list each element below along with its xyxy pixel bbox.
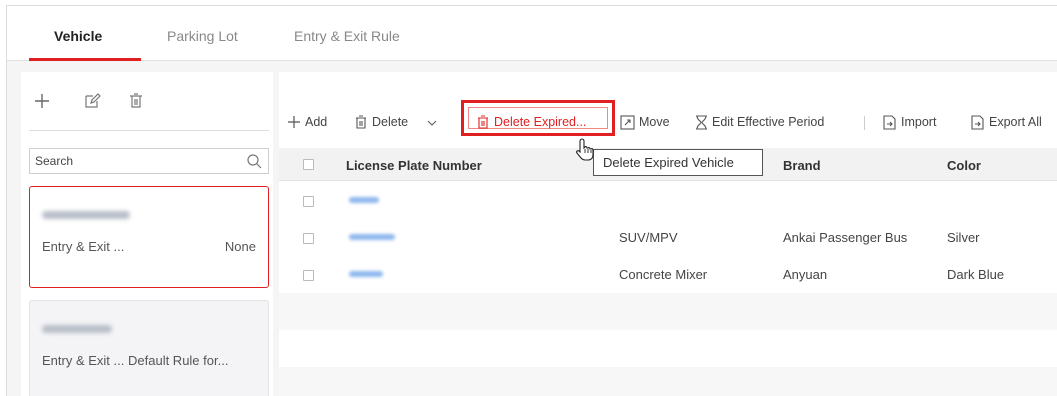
add-label: Add <box>305 115 328 129</box>
rule-value: Default Rule for... <box>128 353 229 368</box>
rule-label: Entry & Exit ... <box>42 239 125 254</box>
move-button[interactable]: Move <box>620 112 670 132</box>
tab-vehicle[interactable]: Vehicle <box>54 28 102 44</box>
toolbar-separator <box>864 116 865 130</box>
app-frame: Vehicle Parking Lot Entry & Exit Rule Se… <box>6 5 1057 396</box>
plus-icon <box>288 116 300 128</box>
search-input[interactable]: Search <box>29 148 269 174</box>
list-name-redacted <box>42 325 112 333</box>
plate-redacted[interactable] <box>349 234 395 240</box>
tab-entry-exit-rule[interactable]: Entry & Exit Rule <box>294 28 400 44</box>
export-all-button[interactable]: Export All <box>970 112 1042 132</box>
delete-expired-label: Delete Expired... <box>494 115 587 129</box>
rule-value: None <box>224 239 256 254</box>
tab-parking-lot[interactable]: Parking Lot <box>167 28 238 44</box>
export-all-label: Export All <box>989 115 1042 129</box>
hourglass-icon <box>696 114 707 130</box>
list-card[interactable]: Entry & Exit ... None <box>29 186 269 288</box>
edit-period-label: Edit Effective Period <box>712 115 825 129</box>
table-row[interactable]: SUV/MPV Ankai Passenger Bus Silver <box>279 219 1057 256</box>
table-row[interactable]: Concrete Mixer Anyuan Dark Blue <box>279 256 1057 293</box>
list-card[interactable]: Entry & Exit ... Default Rule for... <box>29 300 269 396</box>
row-checkbox[interactable] <box>303 233 314 244</box>
color-cell: Dark Blue <box>947 267 1005 282</box>
plus-icon[interactable] <box>33 92 51 110</box>
empty-row <box>279 330 1057 367</box>
trash-icon <box>356 115 366 129</box>
delete-expired-button[interactable]: Delete Expired... <box>476 112 586 132</box>
plate-redacted[interactable] <box>349 197 379 203</box>
hand-cursor-icon <box>576 138 594 161</box>
divider <box>29 130 269 131</box>
tooltip: Delete Expired Vehicle <box>593 149 763 176</box>
column-header-color[interactable]: Color <box>947 158 981 173</box>
search-placeholder: Search <box>35 154 74 168</box>
edit-icon[interactable] <box>83 92 101 110</box>
import-button[interactable]: Import <box>882 112 936 132</box>
import-icon <box>883 114 896 130</box>
add-button[interactable]: Add <box>287 112 327 132</box>
vehicle-type-cell: SUV/MPV <box>619 230 678 245</box>
plate-redacted[interactable] <box>349 271 383 277</box>
tab-bar: Vehicle Parking Lot Entry & Exit Rule <box>7 6 1057 61</box>
table-row[interactable] <box>279 182 1057 219</box>
brand-cell: Anyuan <box>783 267 828 282</box>
chevron-down-icon[interactable] <box>427 119 437 127</box>
trash-icon <box>478 115 488 129</box>
column-header-brand[interactable]: Brand <box>783 158 821 173</box>
export-icon <box>971 114 984 130</box>
column-header-plate[interactable]: License Plate Number <box>346 158 482 173</box>
vehicle-list-panel: Search Entry & Exit ... None Entry & Exi… <box>21 72 273 396</box>
move-icon <box>620 114 635 130</box>
empty-row <box>279 293 1057 330</box>
rule-label: Entry & Exit ... <box>42 353 125 368</box>
delete-label: Delete <box>372 115 409 129</box>
import-label: Import <box>901 115 937 129</box>
row-checkbox[interactable] <box>303 270 314 281</box>
delete-button[interactable]: Delete <box>354 112 408 132</box>
list-name-redacted <box>42 211 130 219</box>
vehicle-table-panel: Add Delete Delete Expired... Move Edit E… <box>279 72 1057 396</box>
edit-effective-period-button[interactable]: Edit Effective Period <box>695 112 824 132</box>
row-checkbox[interactable] <box>303 196 314 207</box>
empty-row <box>279 367 1057 396</box>
move-label: Move <box>639 115 670 129</box>
vehicle-type-cell: Concrete Mixer <box>619 267 708 282</box>
search-icon[interactable] <box>246 153 262 169</box>
brand-cell: Ankai Passenger Bus <box>783 230 908 245</box>
select-all-checkbox[interactable] <box>303 159 314 170</box>
color-cell: Silver <box>947 230 980 245</box>
active-tab-indicator <box>29 58 141 61</box>
trash-icon[interactable] <box>127 92 145 110</box>
